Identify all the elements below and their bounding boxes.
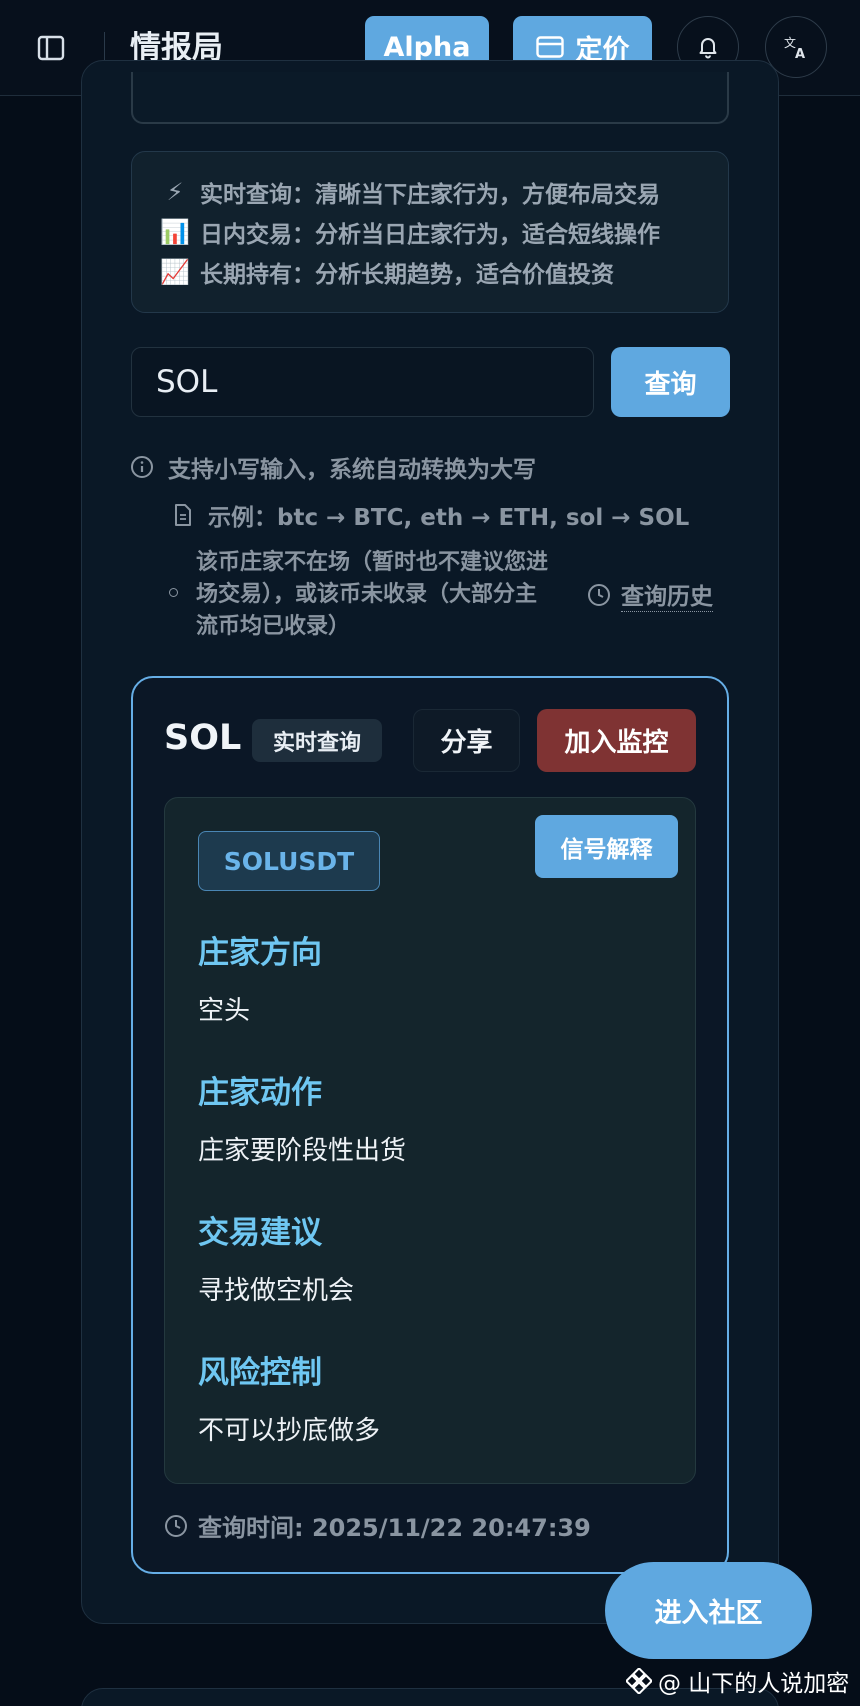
previous-section	[131, 72, 729, 124]
lowercase-hint: 支持小写输入，系统自动转换为大写	[130, 450, 536, 484]
lightning-icon: ⚡	[166, 178, 184, 206]
query-time: 查询时间: 2025/11/22 20:47:39	[164, 1508, 591, 1543]
query-history-label: 查询历史	[621, 577, 713, 612]
query-history-link[interactable]: 查询历史	[587, 577, 713, 612]
signal-value-risk: 不可以抄底做多	[198, 1416, 381, 1446]
bar-chart-icon: 📊	[160, 218, 190, 246]
signal-value-advice: 寻找做空机会	[198, 1276, 355, 1306]
mode-item-realtime: ⚡ 实时查询：清晰当下庄家行为，方便布局交易	[160, 172, 700, 212]
signal-heading-risk: 风险控制	[198, 1355, 322, 1391]
watermark-text: @ 山下的人说加密	[658, 1671, 850, 1697]
mode-text: 长期持有：分析长期趋势，适合价值投资	[200, 262, 614, 288]
signal-value-action: 庄家要阶段性出货	[198, 1136, 407, 1166]
symbol-search-input[interactable]	[131, 347, 594, 417]
mode-text: 日内交易：分析当日庄家行为，适合短线操作	[200, 222, 660, 248]
trading-pair-badge: SOLUSDT	[198, 831, 380, 891]
mode-item-longterm: 📈 长期持有：分析长期趋势，适合价值投资	[160, 252, 700, 292]
mode-text: 实时查询：清晰当下庄家行为，方便布局交易	[200, 182, 660, 208]
enter-community-button[interactable]: 进入社区	[605, 1562, 812, 1659]
signal-heading-advice: 交易建议	[198, 1215, 322, 1251]
result-symbol: SOL	[164, 718, 242, 758]
document-icon	[172, 503, 194, 527]
signal-heading-direction: 庄家方向	[198, 935, 322, 971]
example-hint-text: 示例：btc → BTC, eth → ETH, sol → SOL	[208, 505, 690, 531]
clock-icon	[587, 583, 611, 607]
notice-bullet	[169, 588, 178, 597]
signal-heading-action: 庄家动作	[198, 1075, 322, 1111]
example-hint: 示例：btc → BTC, eth → ETH, sol → SOL	[172, 498, 689, 532]
mode-badge: 实时查询	[252, 719, 382, 762]
sidebar-toggle-icon[interactable]	[36, 33, 66, 63]
trend-chart-icon: 📈	[160, 258, 190, 286]
signal-explain-button[interactable]: 信号解释	[535, 815, 678, 878]
share-button[interactable]: 分享	[413, 709, 520, 772]
query-time-text: 查询时间: 2025/11/22 20:47:39	[198, 1514, 591, 1542]
bell-icon	[696, 35, 720, 59]
not-listed-notice: 该币庄家不在场（暂时也不建议您进场交易），或该币未收录（大部分主流币均已收录）	[196, 550, 549, 639]
lowercase-hint-text: 支持小写输入，系统自动转换为大写	[168, 457, 536, 483]
svg-text:A: A	[795, 47, 805, 60]
mode-description-box: ⚡ 实时查询：清晰当下庄家行为，方便布局交易 📊 日内交易：分析当日庄家行为，适…	[131, 151, 729, 313]
info-icon	[130, 455, 154, 479]
credit-card-icon	[535, 36, 564, 58]
clock-icon	[164, 1514, 188, 1538]
signal-value-direction: 空头	[198, 996, 251, 1026]
watermark: @ 山下的人说加密	[626, 1664, 849, 1698]
mode-item-intraday: 📊 日内交易：分析当日庄家行为，适合短线操作	[160, 212, 700, 252]
add-monitor-button[interactable]: 加入监控	[537, 709, 696, 772]
binance-logo-icon	[626, 1668, 652, 1694]
query-button[interactable]: 查询	[611, 347, 730, 417]
translate-icon: 文A	[783, 34, 809, 60]
